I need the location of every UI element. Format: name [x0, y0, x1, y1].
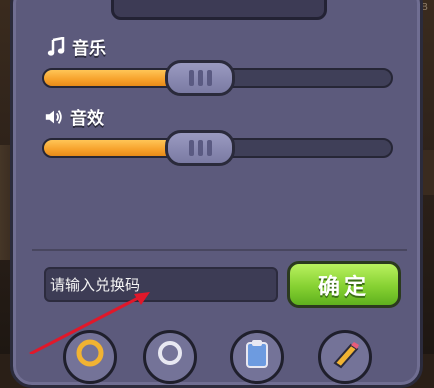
music-slider-knob[interactable]	[165, 60, 236, 96]
ring-icon[interactable]	[63, 330, 117, 384]
confirm-button[interactable]: 确定	[287, 261, 401, 308]
title-banner: 设置	[111, 0, 327, 20]
redeem-code-input[interactable]	[44, 267, 278, 302]
music-label: 音乐	[72, 39, 106, 59]
speaker-icon	[44, 107, 64, 127]
music-slider[interactable]	[42, 60, 393, 96]
section-divider	[32, 249, 407, 251]
sound-slider-knob[interactable]	[165, 130, 236, 166]
sound-label-row: 音效	[44, 104, 104, 129]
clipboard-icon[interactable]	[230, 330, 284, 384]
sound-slider[interactable]	[42, 130, 393, 166]
sound-label: 音效	[70, 109, 104, 129]
music-label-row: 音乐	[46, 34, 106, 59]
music-note-icon	[46, 36, 66, 57]
pencil-icon[interactable]	[318, 330, 372, 384]
search-icon[interactable]	[143, 330, 197, 384]
